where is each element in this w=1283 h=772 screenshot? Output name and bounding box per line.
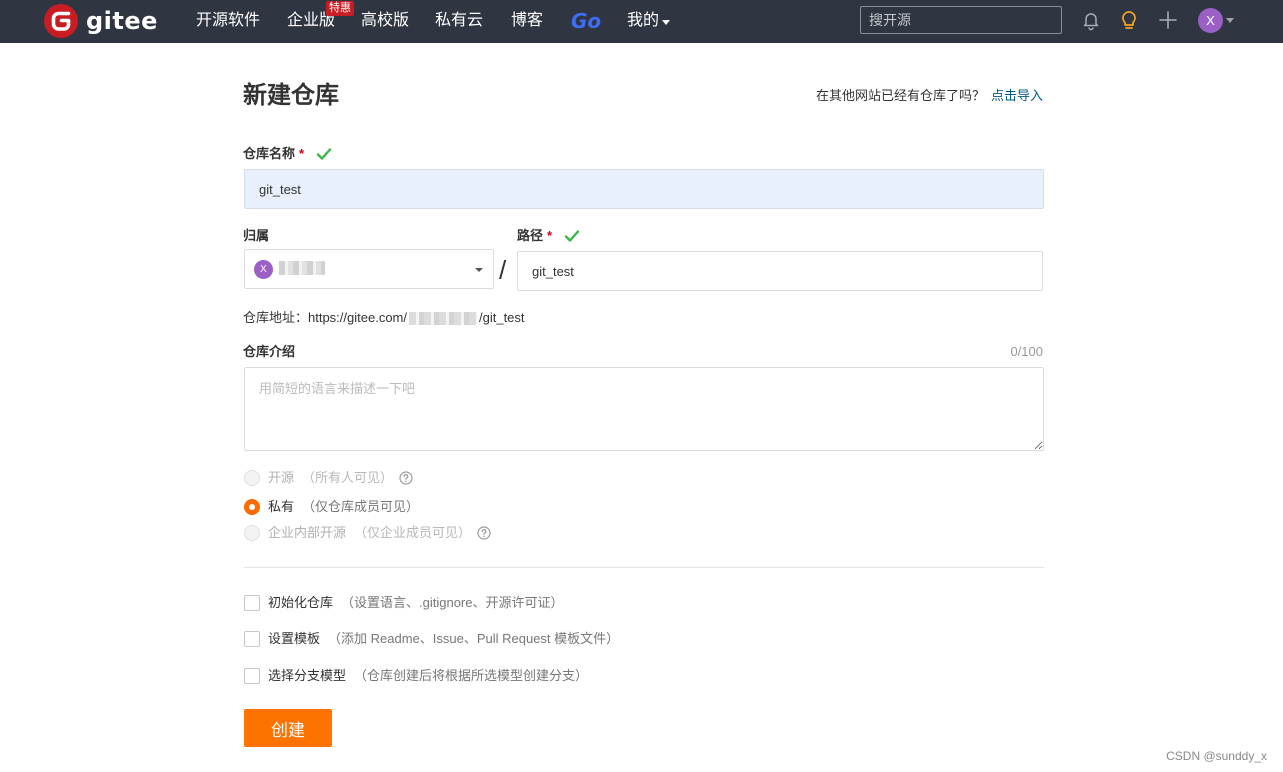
repo-name-label-text: 仓库名称 [243, 146, 296, 161]
chevron-down-icon[interactable] [1226, 18, 1234, 23]
owner-label: 归属 [243, 227, 269, 245]
check-icon [564, 230, 580, 242]
page-title: 新建仓库 [243, 82, 339, 109]
path-label-text: 路径 [517, 228, 544, 243]
plus-icon[interactable] [1157, 9, 1179, 31]
repo-name-label: 仓库名称 * [243, 145, 332, 163]
owner-name-redacted [279, 261, 325, 275]
visibility-public-hint: （所有人可见） [302, 470, 394, 485]
option-init-repo[interactable]: 初始化仓库 （设置语言、.gitignore、开源许可证） [244, 594, 564, 612]
nav-go[interactable]: Go [571, 10, 601, 32]
visibility-public-label: 开源 [268, 470, 295, 485]
username-redacted [409, 311, 477, 325]
nav-private-cloud[interactable]: 私有云 [435, 11, 483, 31]
user-avatar[interactable]: X [1198, 8, 1223, 33]
checkbox-init-repo[interactable] [244, 595, 260, 611]
option-template[interactable]: 设置模板 （添加 Readme、Issue、Pull Request 模板文件） [244, 630, 619, 648]
repo-url: 仓库地址：https://gitee.com/ /git_test [243, 309, 525, 327]
check-icon [316, 148, 332, 160]
help-icon[interactable] [477, 526, 491, 540]
description-label: 仓库介绍 [243, 343, 295, 361]
nav-blog[interactable]: 博客 [511, 11, 543, 31]
gitee-logo[interactable]: gitee [44, 4, 158, 38]
visibility-private-label: 私有 [268, 499, 295, 514]
bell-icon[interactable] [1080, 9, 1102, 31]
required-mark: * [547, 228, 553, 243]
path-label: 路径 * [517, 227, 580, 245]
option-init-repo-label: 初始化仓库 [268, 595, 334, 610]
owner-label-text: 归属 [243, 228, 270, 243]
owner-select[interactable]: X [244, 249, 494, 289]
option-branch-model[interactable]: 选择分支模型 （仓库创建后将根据所选模型创建分支） [244, 667, 588, 685]
visibility-private-hint: （仅仓库成员可见） [302, 499, 420, 514]
owner-avatar: X [254, 260, 273, 279]
top-navbar: gitee 开源软件 企业版 特惠 高校版 私有云 博客 Go 我的 X [0, 0, 1283, 43]
import-hint: 在其他网站已经有仓库了吗？ 点击导入 [816, 87, 1043, 105]
visibility-enterprise-hint: （仅企业成员可见） [354, 525, 472, 540]
radio-public[interactable] [244, 470, 260, 486]
description-char-counter: 0/100 [1010, 344, 1043, 359]
checkbox-branch-model[interactable] [244, 668, 260, 684]
search-input[interactable] [860, 6, 1062, 34]
chevron-down-icon [662, 19, 671, 25]
repo-url-prefix: 仓库地址：https://gitee.com/ [243, 310, 407, 325]
required-mark: * [299, 146, 305, 161]
section-divider [244, 567, 1044, 568]
option-template-hint: （添加 Readme、Issue、Pull Request 模板文件） [328, 631, 620, 646]
visibility-enterprise-label: 企业内部开源 [268, 525, 347, 540]
gitee-logo-icon [44, 4, 78, 38]
create-button[interactable]: 创建 [244, 709, 332, 747]
repo-url-suffix: /git_test [479, 310, 525, 325]
path-separator: / [499, 255, 507, 285]
visibility-enterprise-option[interactable]: 企业内部开源 （仅企业成员可见） [244, 524, 491, 542]
option-branch-model-hint: （仓库创建后将根据所选模型创建分支） [354, 668, 589, 683]
nav-education[interactable]: 高校版 [361, 11, 409, 31]
import-link[interactable]: 点击导入 [991, 88, 1043, 103]
nav-mine[interactable]: 我的 [627, 11, 671, 31]
brand-name: gitee [86, 7, 158, 35]
option-init-repo-hint: （设置语言、.gitignore、开源许可证） [341, 595, 564, 610]
visibility-private-option[interactable]: 私有 （仅仓库成员可见） [244, 498, 419, 516]
watermark: CSDN @sunddy_x [1166, 749, 1267, 763]
description-textarea[interactable] [244, 367, 1044, 451]
nav-open-source[interactable]: 开源软件 [196, 11, 260, 31]
option-branch-model-label: 选择分支模型 [268, 668, 347, 683]
option-template-label: 设置模板 [268, 631, 321, 646]
repo-name-input[interactable] [244, 169, 1044, 209]
promo-badge: 特惠 [326, 1, 354, 16]
import-prompt: 在其他网站已经有仓库了吗？ [815, 88, 985, 103]
nav-mine-label: 我的 [627, 12, 660, 29]
path-input[interactable] [517, 251, 1043, 291]
description-label-text: 仓库介绍 [243, 344, 296, 359]
visibility-public-option[interactable]: 开源 （所有人可见） [244, 469, 413, 487]
help-icon[interactable] [399, 471, 413, 485]
checkbox-template[interactable] [244, 631, 260, 647]
radio-private[interactable] [244, 499, 260, 515]
lightbulb-icon[interactable] [1118, 9, 1140, 31]
radio-enterprise[interactable] [244, 525, 260, 541]
chevron-down-icon [475, 268, 483, 272]
